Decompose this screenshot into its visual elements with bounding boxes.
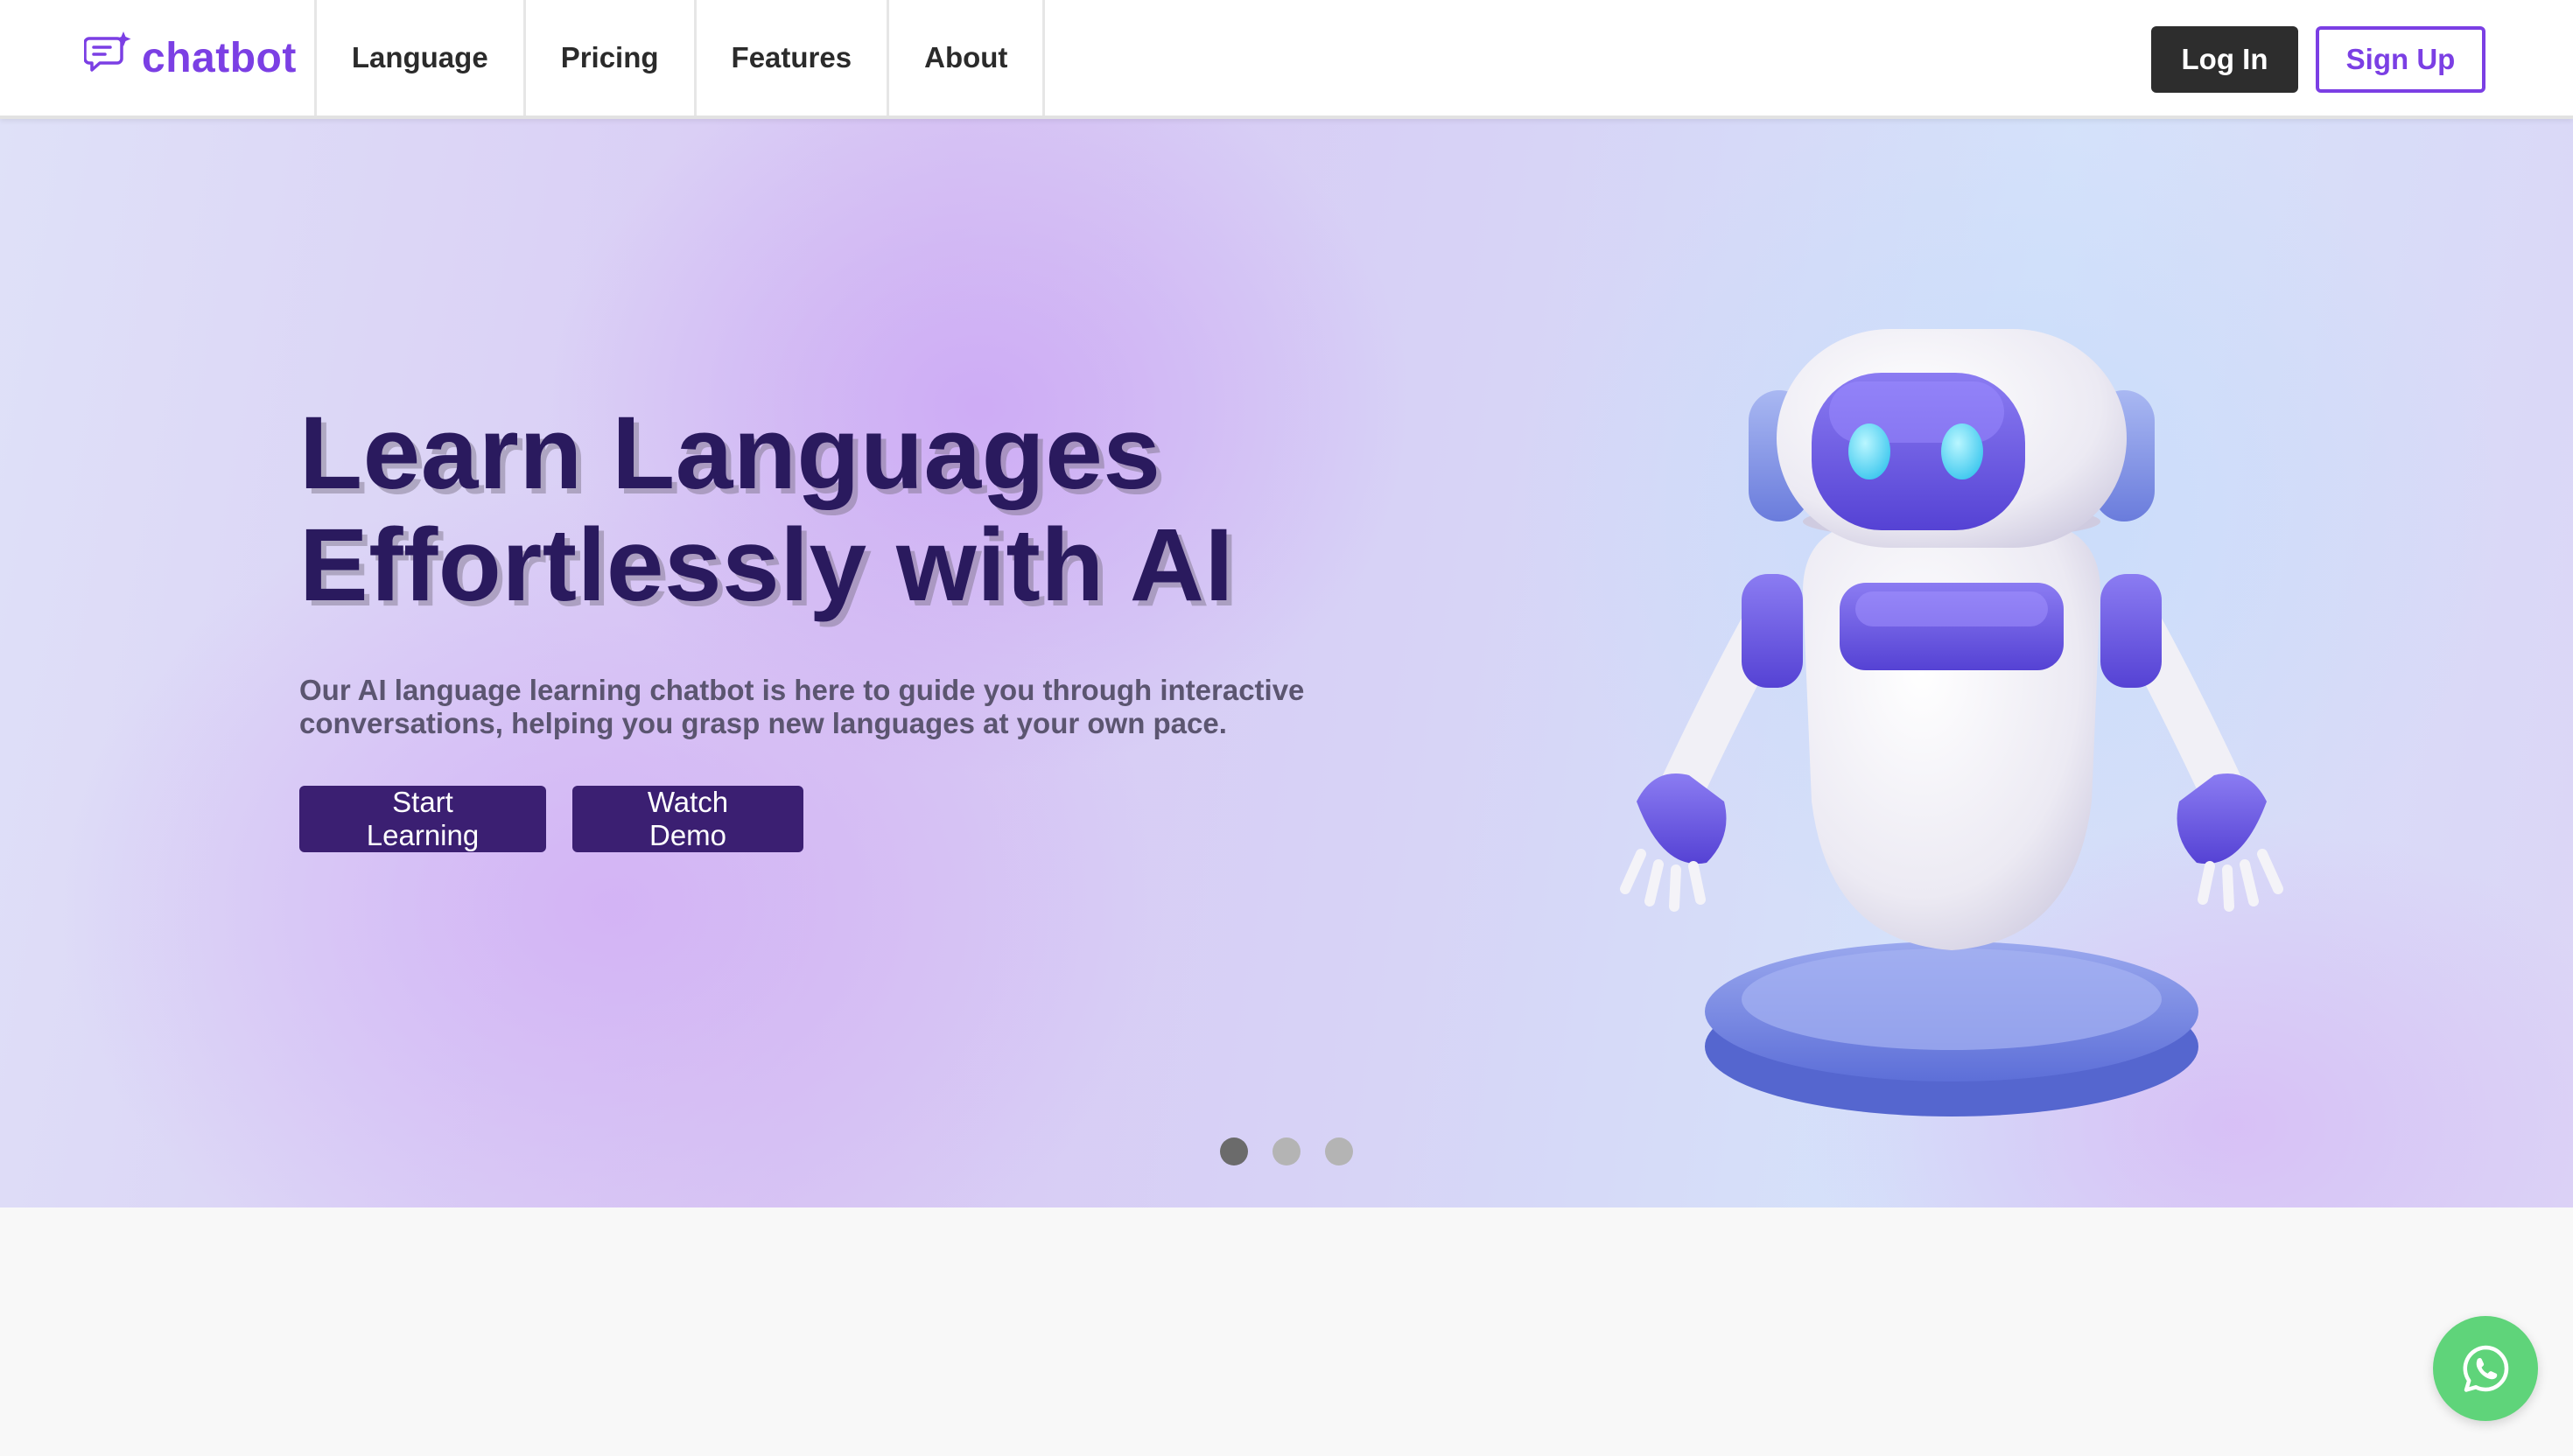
whatsapp-button[interactable] [2433,1316,2538,1421]
hero-title-line1: Learn Languages [299,396,1161,511]
hero-subtitle-line2: conversations, helping you grasp new lan… [299,707,1227,739]
robot-illustration [1620,329,2283,1116]
nav-link-pricing[interactable]: Pricing [522,0,694,116]
nav-link-features[interactable]: Features [693,0,887,116]
brand-logo[interactable]: chatbot [0,0,314,116]
login-button[interactable]: Log In [2151,26,2298,93]
carousel-dot-3[interactable] [1325,1138,1353,1166]
top-navbar: chatbot Language Pricing Features About … [0,0,2573,119]
nav-link-about[interactable]: About [887,0,1046,116]
watch-demo-button[interactable]: Watch Demo [572,786,803,852]
hero-title-line2: Effortlessly with AI [299,508,1234,623]
hero-subtitle-line1: Our AI language learning chatbot is here… [299,674,1305,706]
carousel-indicators [1220,1138,1353,1166]
hero-subtitle: Our AI language learning chatbot is here… [299,674,1350,740]
nav-link-language[interactable]: Language [313,0,523,116]
hero-title: Learn Languages Effortlessly with AI [299,397,1350,621]
hero-carousel: Learn Languages Effortlessly with AI Our… [0,119,2573,1208]
signup-button[interactable]: Sign Up [2316,26,2485,93]
main-nav: Language Pricing Features About [313,0,1046,116]
carousel-dot-1[interactable] [1220,1138,1248,1166]
brand-name: chatbot [142,34,297,81]
hero-cta-group: Start Learning Watch Demo [299,786,803,852]
auth-buttons: Log In Sign Up [2151,26,2485,93]
carousel-dot-2[interactable] [1272,1138,1301,1166]
whatsapp-icon [2463,1345,2509,1392]
chat-sparkle-icon [84,32,131,72]
start-learning-button[interactable]: Start Learning [299,786,546,852]
